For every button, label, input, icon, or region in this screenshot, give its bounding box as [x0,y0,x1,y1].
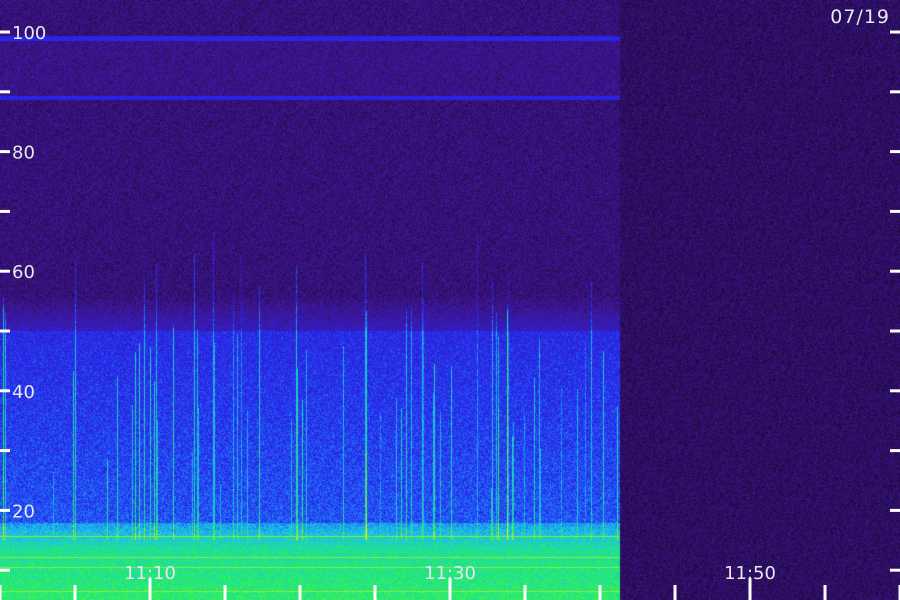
date-label: 07/19 [830,6,890,28]
spectrogram-canvas [0,0,900,600]
